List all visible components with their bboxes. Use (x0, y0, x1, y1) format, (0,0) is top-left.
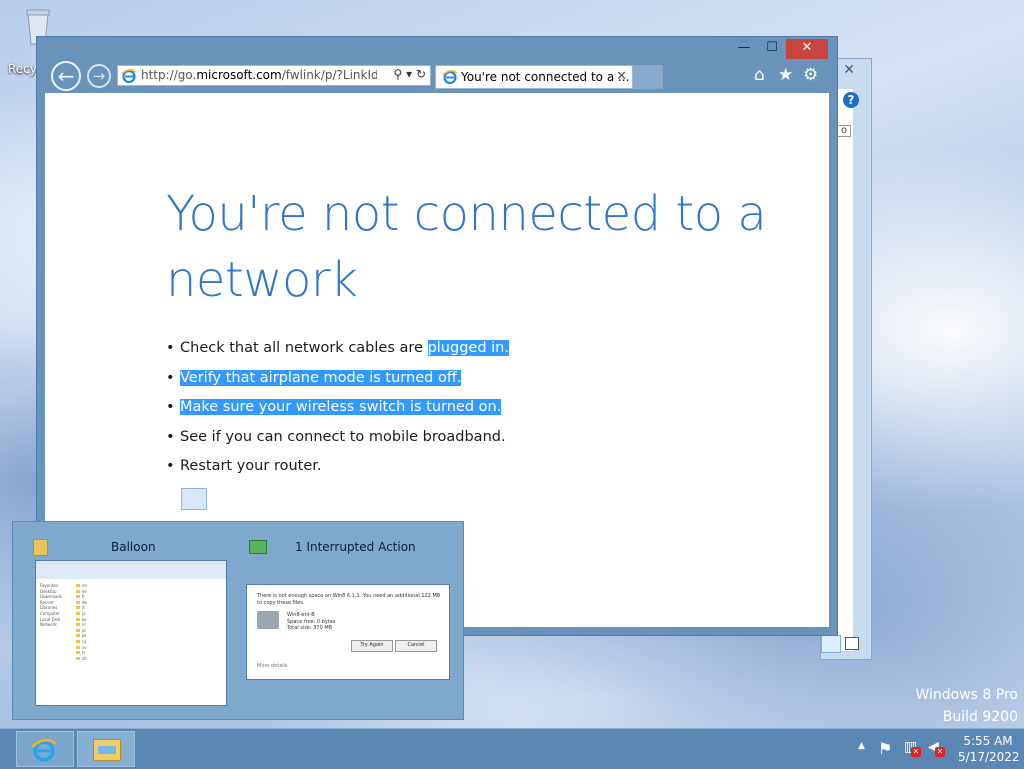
drag-cursor-icon (181, 488, 207, 510)
thumbnails-view-icon[interactable] (845, 637, 859, 650)
details-view-icon[interactable] (821, 635, 841, 653)
tools-gear-icon[interactable]: ⚙ (803, 65, 818, 85)
windows-watermark: Windows 8 Pro Build 9200 (915, 684, 1018, 728)
clock-date: 5/17/2022 (958, 750, 1020, 764)
thumbnail-caption-interrupted-action[interactable]: 1 Interrupted Action (295, 540, 416, 554)
tip-item: Verify that airplane mode is turned off. (166, 368, 509, 398)
dialog-message: There is not enough space on Win8 6.1.1.… (257, 593, 441, 606)
search-icon[interactable]: ⚲ (393, 67, 402, 81)
dropdown-arrow-icon[interactable]: ▾ (406, 67, 412, 81)
taskbar: ▲ ⚑ ▥ ✕ ◀ ✕ 5:55 AM 5/17/2022 (0, 728, 1024, 769)
back-button[interactable]: ← (51, 61, 81, 91)
tip-item: Make sure your wireless switch is turned… (166, 397, 509, 427)
volume-muted-icon: ✕ (935, 747, 945, 757)
ie-logo-icon (121, 69, 137, 84)
tip-item: Check that all network cables are plugge… (166, 338, 509, 368)
favorites-star-icon[interactable]: ★ (778, 65, 793, 85)
clock-time: 5:55 AM (963, 734, 1013, 748)
try-again-button[interactable]: Try Again (351, 640, 393, 652)
address-tools: ⚲ ▾ ↻ (393, 67, 426, 81)
watermark-build: Build 9200 (942, 709, 1018, 725)
ie-logo-icon (31, 738, 57, 762)
browser-tab[interactable]: You're not connected to a ... ✕ (435, 65, 633, 89)
taskbar-thumbnail-popup: Balloon 1 Interrupted Action Favorites D… (12, 521, 464, 720)
forward-button[interactable]: → (87, 64, 111, 88)
close-button[interactable]: ✕ (786, 39, 828, 59)
new-tab-button[interactable] (633, 65, 663, 89)
more-details-link[interactable]: More details (257, 663, 288, 670)
view-toggle (821, 635, 871, 655)
drive-icon (257, 611, 279, 629)
tab-title: You're not connected to a ... (461, 70, 630, 84)
interrupted-action-dialog-thumbnail[interactable]: There is not enough space on Win8 6.1.1.… (246, 584, 450, 680)
clock[interactable]: 5:55 AM 5/17/2022 (958, 733, 1020, 765)
folder-icon (33, 539, 48, 556)
tab-close-icon[interactable]: ✕ (616, 69, 627, 84)
watermark-edition: Windows 8 Pro (915, 687, 1018, 703)
cancel-button[interactable]: Cancel (395, 640, 437, 652)
address-url: http://go.microsoft.com/fwlink/p/?LinkId… (141, 68, 377, 82)
taskbar-internet-explorer-button[interactable] (16, 731, 74, 767)
search-icon[interactable]: o (837, 125, 851, 137)
home-icon[interactable]: ⌂ (754, 65, 765, 85)
folder-icon (93, 739, 121, 761)
show-hidden-icons-icon[interactable]: ▲ (858, 741, 865, 751)
minimize-button[interactable]: — (730, 39, 758, 59)
action-center-flag-icon[interactable]: ⚑ (878, 739, 892, 758)
explorer-window-thumbnail[interactable]: Favorites Desktop Downloads Recent Libra… (35, 560, 227, 706)
tip-item: See if you can connect to mobile broadba… (166, 427, 509, 457)
page-heading: You're not connected to a network (166, 186, 767, 308)
troubleshooting-list: Check that all network cables are plugge… (166, 338, 509, 486)
background-window-close-icon[interactable]: ✕ (843, 62, 855, 78)
file-copy-icon (249, 540, 267, 554)
explorer-file-list: en es fr de it ja ko nl pl pt ru sv tr z… (76, 583, 222, 661)
dialog-drive-info: Win8-ent-B Space free: 0 bytes Total siz… (287, 612, 336, 631)
explorer-nav-pane: Favorites Desktop Downloads Recent Libra… (40, 583, 62, 628)
explorer-ribbon (36, 561, 226, 579)
system-tray: ▲ ⚑ ▥ ✕ ◀ ✕ 5:55 AM 5/17/2022 (834, 729, 1024, 769)
network-error-icon: ✕ (911, 747, 921, 757)
taskbar-file-explorer-button[interactable] (77, 731, 135, 767)
refresh-icon[interactable]: ↻ (416, 67, 426, 81)
tip-item: Restart your router. (166, 456, 509, 486)
help-icon[interactable]: ? (843, 92, 859, 108)
ie-logo-icon (442, 70, 458, 85)
address-bar[interactable]: http://go.microsoft.com/fwlink/p/?LinkId… (117, 65, 431, 86)
thumbnail-caption-balloon[interactable]: Balloon (111, 540, 156, 554)
maximize-button[interactable]: ☐ (758, 39, 786, 59)
